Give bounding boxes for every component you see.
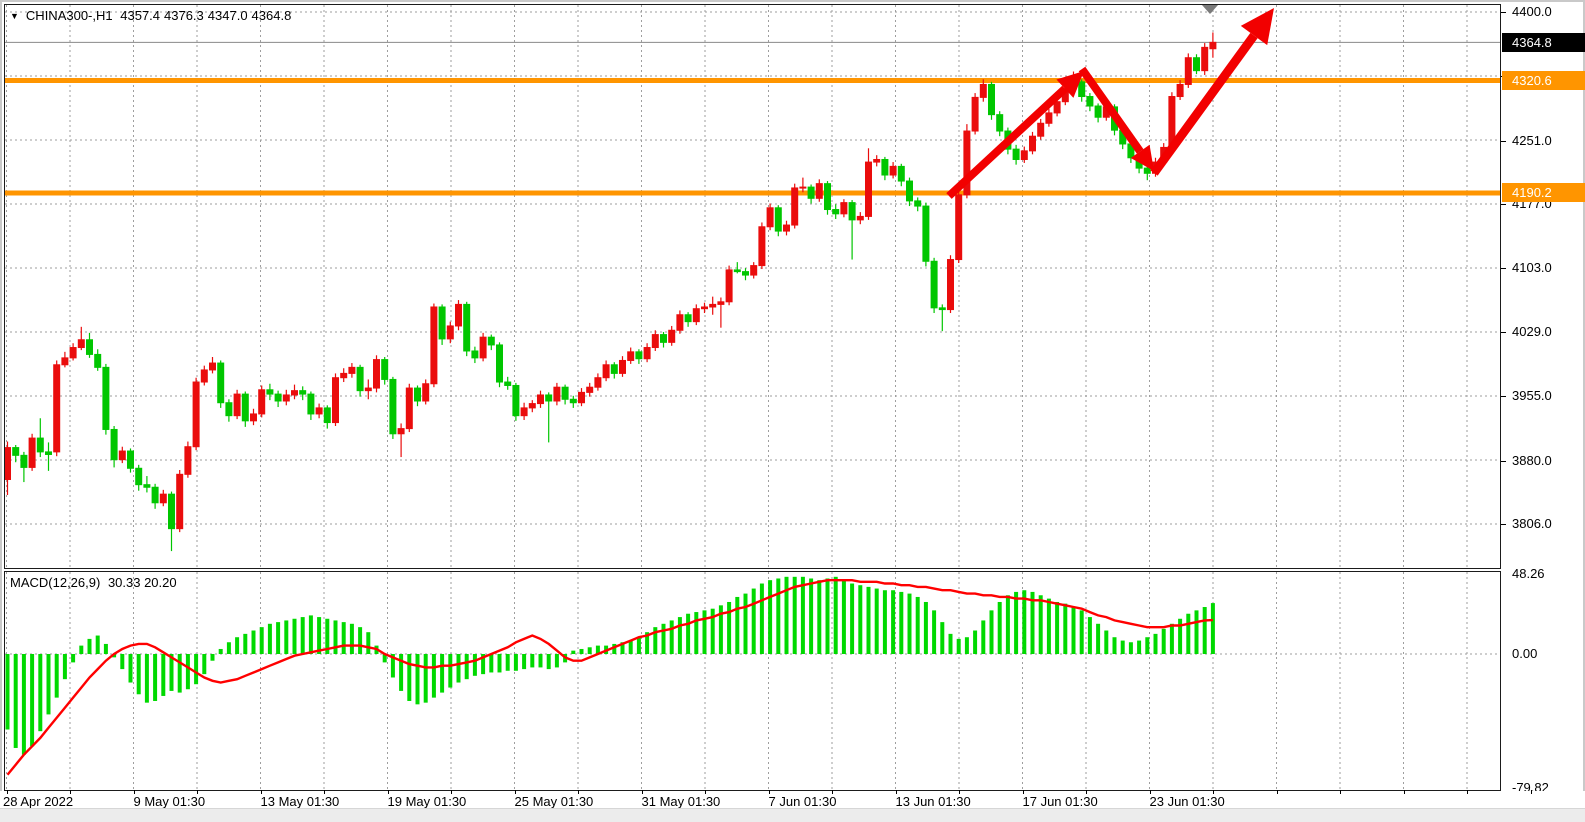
price-axis-tick bbox=[1501, 396, 1506, 397]
time-axis-label: 31 May 01:30 bbox=[642, 794, 721, 809]
macd-values-label: 30.33 20.20 bbox=[108, 575, 177, 590]
price-axis-tick bbox=[1501, 141, 1506, 142]
triangle-down-icon: ▼ bbox=[10, 11, 19, 21]
time-axis-label: 9 May 01:30 bbox=[134, 794, 206, 809]
macd-header: MACD(12,26,9) 30.33 20.20 bbox=[10, 575, 181, 590]
time-axis-tick bbox=[1340, 790, 1341, 794]
ohlc-open: 4357.4 bbox=[120, 8, 160, 23]
price-axis-tick bbox=[1501, 332, 1506, 333]
time-axis-label: 17 Jun 01:30 bbox=[1023, 794, 1098, 809]
window-bottom-strip bbox=[0, 808, 1585, 822]
grid-layer bbox=[5, 5, 1500, 568]
price-axis-label: 4029.0 bbox=[1512, 324, 1582, 340]
ohlc-close: 4364.8 bbox=[252, 8, 292, 23]
price-axis-label: 3880.0 bbox=[1512, 453, 1582, 469]
macd-name-label: MACD(12,26,9) bbox=[10, 575, 100, 590]
time-axis-tick bbox=[1277, 790, 1278, 794]
bar-shift-marker-icon[interactable] bbox=[1202, 5, 1218, 14]
time-axis-tick bbox=[1467, 790, 1468, 794]
chart-ohlc-header: ▼ CHINA300-,H1 4357.4 4376.3 4347.0 4364.8 bbox=[10, 8, 295, 23]
macd-axis-label: 0.00 bbox=[1512, 646, 1582, 662]
time-axis-label: 13 Jun 01:30 bbox=[896, 794, 971, 809]
price-axis-label: 4400.0 bbox=[1512, 4, 1582, 20]
price-axis-tick bbox=[1501, 268, 1506, 269]
time-axis-label: 13 May 01:30 bbox=[261, 794, 340, 809]
macd-indicator-pane[interactable]: MACD(12,26,9) 30.33 20.20 bbox=[4, 571, 1501, 791]
main-price-pane[interactable]: ▼ CHINA300-,H1 4357.4 4376.3 4347.0 4364.8 bbox=[4, 4, 1501, 569]
time-axis-label: 7 Jun 01:30 bbox=[769, 794, 837, 809]
time-axis-label: 25 May 01:30 bbox=[515, 794, 594, 809]
price-axis-label: 3955.0 bbox=[1512, 388, 1582, 404]
price-axis-tick bbox=[1501, 524, 1506, 525]
price-axis-label: 4103.0 bbox=[1512, 260, 1582, 276]
price-axis-label: 4251.0 bbox=[1512, 133, 1582, 149]
level-price-badge: 4320.6 bbox=[1502, 71, 1585, 90]
time-scale[interactable]: 28 Apr 2022 9 May 01:30 13 May 01:30 19 May… bbox=[0, 791, 1585, 808]
price-axis-label: 3806.0 bbox=[1512, 516, 1582, 532]
trading-chart-window: ▼ CHINA300-,H1 4357.4 4376.3 4347.0 4364.8 M… bbox=[0, 0, 1585, 822]
price-axis-tick bbox=[1501, 204, 1506, 205]
symbol-timeframe-label: CHINA300-,H1 bbox=[26, 8, 113, 23]
ohlc-high: 4376.3 bbox=[164, 8, 204, 23]
time-axis-tick bbox=[1531, 790, 1532, 794]
time-axis-label: 23 Jun 01:30 bbox=[1150, 794, 1225, 809]
candles-layer bbox=[5, 32, 1216, 551]
macd-canvas[interactable] bbox=[5, 572, 1500, 790]
ohlc-low: 4347.0 bbox=[208, 8, 248, 23]
macd-axis-label: 48.26 bbox=[1512, 566, 1582, 582]
level-price-badge: 4190.2 bbox=[1502, 183, 1585, 202]
time-axis-tick bbox=[1404, 790, 1405, 794]
trend-arrows[interactable] bbox=[949, 8, 1274, 196]
time-axis-label: 19 May 01:30 bbox=[388, 794, 467, 809]
time-axis-label: 28 Apr 2022 bbox=[3, 794, 73, 809]
current-price-badge: 4364.8 bbox=[1502, 33, 1585, 52]
price-axis-tick bbox=[1501, 461, 1506, 462]
candlestick-canvas[interactable] bbox=[5, 5, 1500, 568]
price-axis-tick bbox=[1501, 12, 1506, 13]
